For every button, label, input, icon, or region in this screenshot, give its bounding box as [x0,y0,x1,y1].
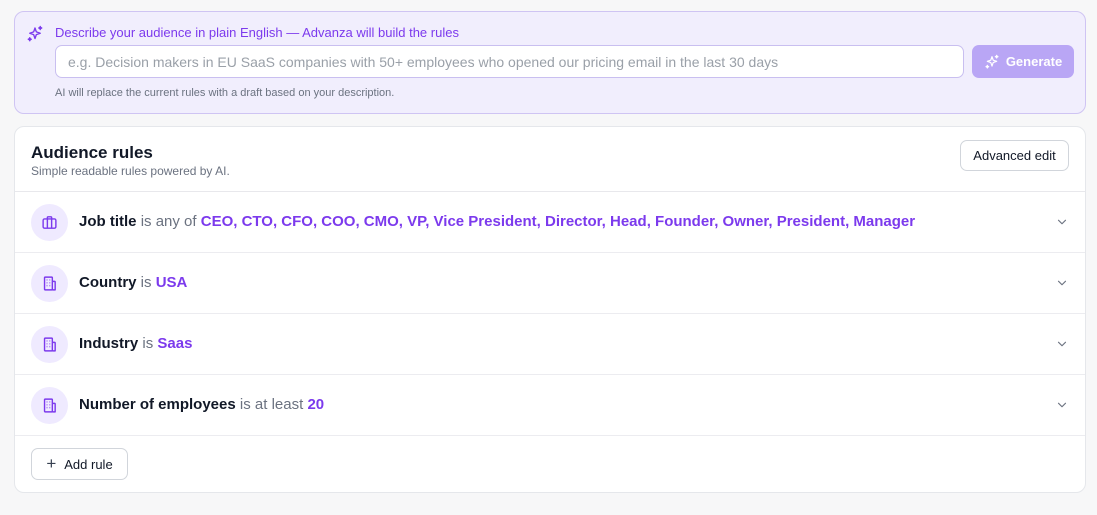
sparkles-icon [27,25,43,42]
card-title: Audience rules [31,143,153,162]
rule-row-industry[interactable]: Industry is Saas [15,314,1085,375]
sparkles-icon [985,54,999,69]
audience-description-input[interactable] [55,45,964,78]
rule-icon-badge [31,204,68,241]
rule-icon-badge [31,387,68,424]
rule-icon-badge [31,326,68,363]
card-header: Audience rules Simple readable rules pow… [15,127,1085,192]
building-icon [43,337,56,352]
card-subtitle: Simple readable rules powered by AI. [31,164,230,178]
rule-operator: is [142,335,154,352]
plus-icon: + [46,454,57,473]
rule-sentence: Job title is any of CEO, CTO, CFO, COO, … [79,213,915,231]
rule-field: Industry [79,335,139,352]
chevron-down-icon[interactable] [1055,276,1069,290]
chevron-down-icon[interactable] [1055,398,1069,412]
generate-button[interactable]: Generate [972,45,1074,78]
rule-sentence: Industry is Saas [79,335,192,353]
rule-sentence: Number of employees is at least 20 [79,396,324,414]
rule-operator: is at least [239,396,304,413]
rule-operator: is [140,274,152,291]
rule-row-country[interactable]: Country is USA [15,253,1085,314]
rule-icon-badge [31,265,68,302]
rule-row-employees[interactable]: Number of employees is at least 20 [15,375,1085,436]
add-rule-button[interactable]: + Add rule [31,448,128,480]
ai-prompt-panel: Describe your audience in plain English … [14,11,1086,114]
rule-sentence: Country is USA [79,274,187,292]
rule-row-job-title[interactable]: Job title is any of CEO, CTO, CFO, COO, … [15,192,1085,253]
rule-value: CEO, CTO, CFO, COO, CMO, VP, Vice Presid… [200,213,916,230]
building-icon [43,398,56,413]
generate-button-label: Generate [1005,54,1063,69]
rule-value: USA [155,274,188,291]
briefcase-icon [42,216,57,229]
ai-prompt-hint: AI will replace the current rules with a… [55,87,395,99]
rule-value: 20 [307,396,325,413]
chevron-down-icon[interactable] [1055,337,1069,351]
chevron-down-icon[interactable] [1055,215,1069,229]
add-rule-label: Add rule [64,456,113,472]
rule-operator: is any of [140,213,197,230]
building-icon [43,276,56,291]
advanced-edit-button[interactable]: Advanced edit [960,140,1069,171]
rule-field: Job title [79,213,137,230]
ai-prompt-title: Describe your audience in plain English … [55,25,459,40]
rule-value: Saas [157,335,193,352]
rule-field: Number of employees [79,396,236,413]
rule-field: Country [79,274,137,291]
audience-rules-card: Audience rules Simple readable rules pow… [14,126,1086,493]
